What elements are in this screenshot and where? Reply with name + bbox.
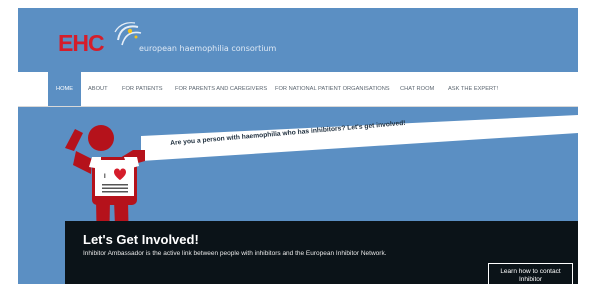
contact-button[interactable]: Learn how to contact Inhibitor [488,263,573,284]
page: EHC european haemophilia consortium HOME… [18,8,578,284]
panel-description: Inhibitor Ambassador is the active link … [83,250,387,257]
get-involved-panel: Let's Get Involved! Inhibitor Ambassador… [65,221,578,284]
panel-title: Let's Get Involved! [83,232,199,247]
